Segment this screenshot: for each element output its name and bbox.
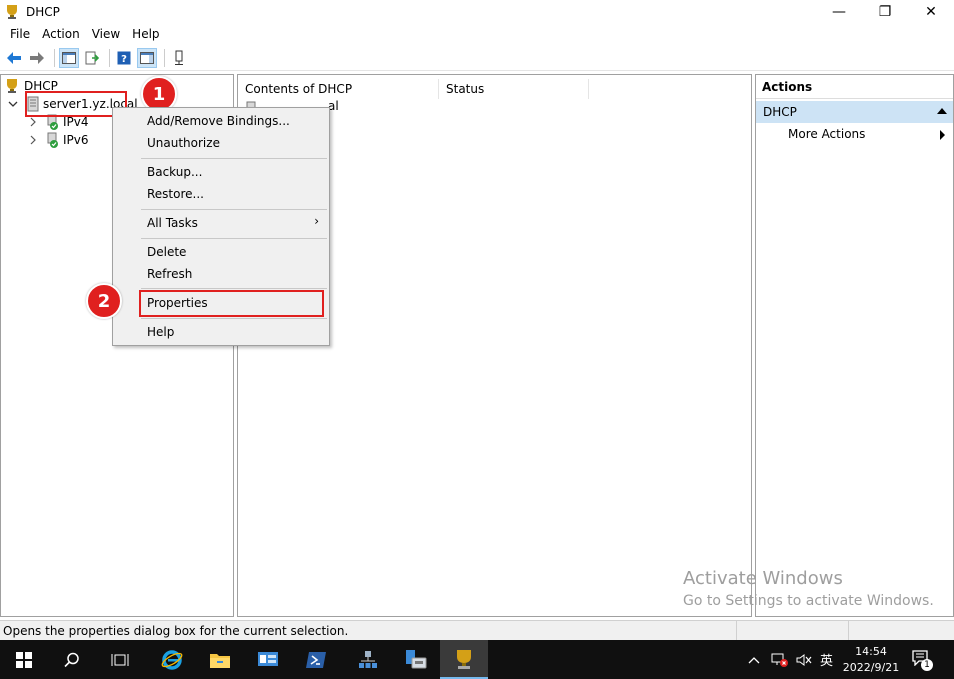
dhcp-taskbar-icon[interactable] (440, 640, 488, 679)
activation-watermark-subtitle: Go to Settings to activate Windows. (683, 593, 934, 609)
start-button[interactable] (0, 640, 48, 679)
menu-bar: File Action View Help (0, 24, 954, 44)
chevron-down-icon[interactable] (7, 100, 19, 108)
menu-file[interactable]: File (4, 27, 36, 41)
clock-date: 2022/9/21 (842, 661, 900, 674)
menu-view[interactable]: View (86, 27, 126, 41)
menu-item-backup[interactable]: Backup... (147, 163, 202, 181)
internet-explorer-icon[interactable] (148, 640, 196, 679)
collapse-triangle-icon[interactable] (937, 108, 947, 114)
more-actions-link[interactable]: More Actions (788, 127, 865, 141)
back-arrow-icon[interactable] (4, 48, 24, 68)
menu-separator (141, 158, 327, 159)
minimize-button[interactable]: — (816, 0, 862, 24)
toolbar-separator (54, 48, 55, 67)
chevron-right-icon[interactable] (27, 117, 39, 127)
close-button[interactable]: ✕ (908, 0, 954, 24)
notification-count-badge: 1 (921, 658, 933, 671)
column-header-contents[interactable]: Contents of DHCP (238, 79, 439, 99)
status-bar: Opens the properties dialog box for the … (0, 620, 954, 640)
tree-node-label: IPv6 (63, 133, 89, 147)
maximize-button[interactable]: ❐ (862, 0, 908, 24)
task-view-icon[interactable] (96, 640, 144, 679)
menu-item-restore[interactable]: Restore... (147, 185, 204, 203)
admin-tools-icon[interactable] (392, 640, 440, 679)
annotation-badge-2: 2 (86, 283, 122, 319)
actions-title: Actions (756, 75, 953, 99)
activation-watermark-title: Activate Windows (683, 568, 843, 589)
actions-pane: Actions DHCP More Actions (755, 74, 954, 617)
menu-separator (141, 288, 327, 289)
menu-separator (141, 238, 327, 239)
network-status-icon[interactable] (771, 640, 789, 679)
help-icon[interactable]: ? (114, 48, 134, 68)
clock-time: 14:54 (855, 645, 887, 658)
dhcp-trophy-icon (4, 78, 20, 94)
menu-help[interactable]: Help (126, 27, 165, 41)
action-pane-icon[interactable] (137, 47, 157, 68)
action-center-icon[interactable]: 1 (912, 640, 933, 679)
menu-item-add-remove-bindings[interactable]: Add/Remove Bindings... (147, 112, 290, 130)
highlight-properties (139, 290, 324, 317)
menu-separator (141, 209, 327, 210)
menu-action[interactable]: Action (36, 27, 86, 41)
server-manager-icon[interactable] (244, 640, 292, 679)
menu-separator (141, 318, 327, 319)
forward-arrow-icon[interactable] (27, 48, 47, 68)
submenu-arrow-icon[interactable] (940, 130, 945, 140)
actions-section-dhcp[interactable]: DHCP (756, 101, 953, 123)
actions-section-label: DHCP (763, 105, 797, 119)
status-text: Opens the properties dialog box for the … (3, 623, 349, 638)
toolbar-separator (164, 48, 165, 67)
toolbar-separator (109, 48, 110, 67)
menu-item-refresh[interactable]: Refresh (147, 265, 192, 283)
dhcp-app-icon (4, 4, 20, 20)
tray-overflow-chevron-icon[interactable] (748, 640, 760, 679)
ime-indicator[interactable]: 英 (820, 640, 833, 679)
powershell-icon[interactable] (292, 640, 340, 679)
menu-item-all-tasks[interactable]: All Tasks (147, 214, 198, 232)
network-tool-icon[interactable] (344, 640, 392, 679)
title-bar: DHCP — ❐ ✕ (0, 0, 954, 24)
taskbar: 英 14:54 2022/9/21 1 (0, 640, 954, 679)
tree-node-ipv6[interactable]: IPv6 (27, 131, 89, 149)
column-header-status[interactable]: Status (439, 79, 589, 99)
menu-item-help[interactable]: Help (147, 323, 174, 341)
tree-node-label: IPv4 (63, 115, 89, 129)
search-icon[interactable] (48, 640, 96, 679)
window-title: DHCP (26, 5, 60, 19)
taskbar-clock[interactable]: 14:54 2022/9/21 (836, 644, 906, 676)
file-explorer-icon[interactable] (196, 640, 244, 679)
export-list-icon[interactable] (82, 48, 102, 68)
menu-item-delete[interactable]: Delete (147, 243, 186, 261)
status-divider (848, 620, 849, 640)
status-divider (736, 620, 737, 640)
show-hide-console-tree-icon[interactable] (59, 47, 79, 68)
svg-text:?: ? (121, 54, 127, 65)
volume-muted-icon[interactable] (796, 640, 812, 679)
submenu-arrow-icon: › (314, 214, 319, 228)
chevron-right-icon[interactable] (27, 135, 39, 145)
toolbar: ? (0, 45, 954, 71)
server-status-icon[interactable] (169, 48, 189, 68)
ipv6-network-icon (45, 132, 59, 148)
menu-item-unauthorize[interactable]: Unauthorize (147, 134, 220, 152)
